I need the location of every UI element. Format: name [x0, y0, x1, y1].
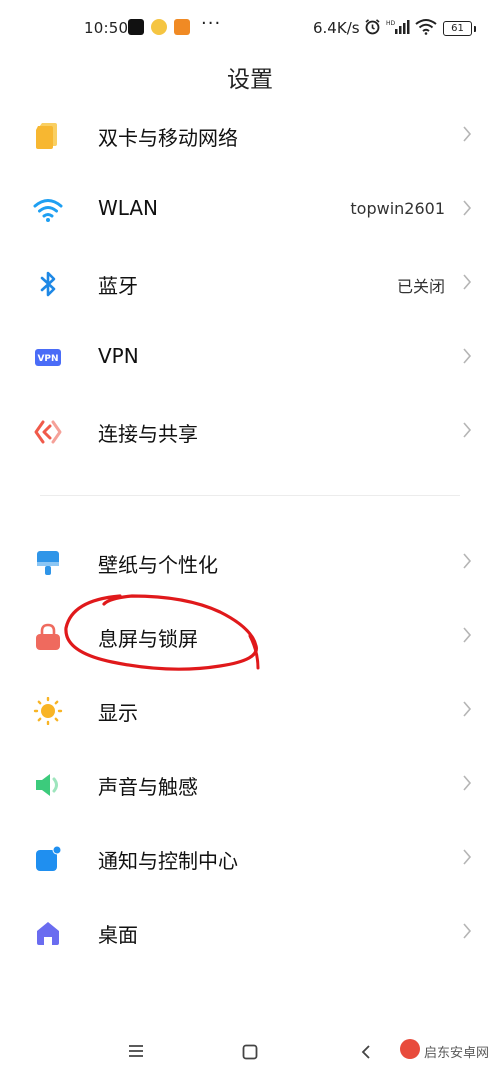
setting-display[interactable]: 显示 [0, 673, 500, 747]
setting-sim-network[interactable]: 双卡与移动网络 [0, 98, 500, 172]
wifi-status-icon [415, 19, 437, 35]
bluetooth-icon [40, 271, 56, 297]
annotation-circle [64, 594, 260, 671]
setting-label: 通知与控制中心 [98, 849, 238, 873]
wlan-network-name: topwin2601 [350, 199, 445, 218]
wallpaper-brush-icon [37, 551, 59, 575]
notification-icon [36, 845, 62, 871]
chevron-right-icon [463, 627, 472, 643]
setting-sound-haptics[interactable]: 声音与触感 [0, 747, 500, 821]
chevron-right-icon [463, 775, 472, 791]
setting-vpn[interactable]: VPN VPN [0, 320, 500, 394]
setting-label: 声音与触感 [98, 775, 198, 799]
app-orange-icon [174, 19, 190, 35]
home-button-icon[interactable] [242, 1044, 258, 1060]
bluetooth-status: 已关闭 [396, 277, 445, 296]
setting-label: 蓝牙 [98, 274, 138, 298]
chevron-right-icon [463, 849, 472, 865]
setting-bluetooth[interactable]: 蓝牙 已关闭 [0, 246, 500, 320]
chevron-right-icon [463, 274, 472, 290]
status-time: 10:50 [84, 19, 129, 37]
section-divider [40, 495, 460, 496]
chevron-right-icon [463, 553, 472, 569]
setting-label: 显示 [98, 701, 138, 725]
setting-label: 双卡与移动网络 [98, 126, 238, 150]
setting-wallpaper-personalization[interactable]: 壁纸与个性化 [0, 525, 500, 599]
setting-home-screen[interactable]: 桌面 [0, 895, 500, 969]
watermark-text: 启东安卓网 [424, 1046, 490, 1061]
status-bar: 10:50 ··· 6.4K/s HD 61 [0, 0, 500, 56]
tiktok-icon [128, 19, 144, 35]
speaker-icon [36, 774, 58, 796]
menu-icon[interactable] [128, 1044, 144, 1058]
lock-icon [36, 623, 60, 650]
svg-text:HD: HD [386, 20, 396, 27]
setting-wlan[interactable]: WLAN topwin2601 [0, 172, 500, 246]
chevron-right-icon [463, 923, 472, 939]
watermark-logo-icon [400, 1039, 420, 1059]
setting-label: VPN [98, 344, 139, 368]
vpn-icon: VPN [35, 349, 61, 366]
chevron-right-icon [463, 200, 472, 216]
back-icon[interactable] [360, 1044, 372, 1060]
connection-share-icon [34, 420, 62, 444]
chevron-right-icon [463, 422, 472, 438]
setting-label: 连接与共享 [98, 422, 198, 446]
setting-label: 壁纸与个性化 [98, 553, 218, 577]
app-face-icon [151, 19, 167, 35]
alarm-icon [365, 19, 380, 35]
setting-notification-control-center[interactable]: 通知与控制中心 [0, 821, 500, 895]
home-icon [37, 922, 59, 945]
vpn-badge-text: VPN [37, 354, 58, 364]
chevron-right-icon [463, 126, 472, 142]
chevron-right-icon [463, 348, 472, 364]
wifi-icon [33, 199, 63, 222]
more-notifications: ··· [201, 13, 222, 34]
setting-label: WLAN [98, 196, 159, 220]
signal-icon: HD [386, 20, 410, 34]
page-title: 设置 [227, 67, 273, 93]
sim-card-icon [36, 123, 57, 149]
setting-connection-sharing[interactable]: 连接与共享 [0, 394, 500, 468]
battery-indicator: 61 [443, 21, 476, 36]
network-speed: 6.4K/s [313, 19, 360, 37]
setting-label: 桌面 [98, 923, 138, 947]
sun-icon [33, 697, 63, 725]
chevron-right-icon [463, 701, 472, 717]
